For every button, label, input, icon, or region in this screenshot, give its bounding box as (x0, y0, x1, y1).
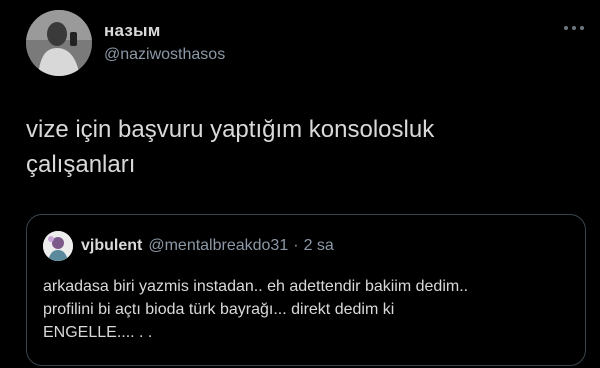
quoted-tweet-timestamp[interactable]: 2 sa (304, 237, 334, 254)
author-avatar[interactable] (26, 10, 92, 76)
quoted-tweet-card[interactable]: vjbulent @mentalbreakdo31 · 2 sa arkadasa b… (26, 214, 586, 366)
tweet-text: vize için başvuru yaptığım konsolosluk ç… (26, 116, 435, 178)
profile-photo-icon (26, 10, 92, 76)
quoted-tweet-header: vjbulent @mentalbreakdo31 · 2 sa (81, 237, 334, 255)
meta-separator: · (293, 237, 299, 254)
quoted-tweet-text: arkadasa biri yazmis instadan.. eh adett… (43, 278, 469, 341)
quoted-author-handle[interactable]: @mentalbreakdo31 (148, 237, 288, 254)
profile-photo-icon (43, 231, 73, 261)
author-handle[interactable]: @naziwosthasos (104, 46, 225, 64)
quoted-author-display-name[interactable]: vjbulent (81, 237, 142, 254)
author-display-name[interactable]: назым (104, 21, 160, 41)
tweet: назым @naziwosthasos vize için başvuru y… (0, 0, 600, 368)
quoted-author-avatar[interactable] (43, 231, 73, 261)
more-horizontal-icon[interactable] (561, 18, 587, 38)
